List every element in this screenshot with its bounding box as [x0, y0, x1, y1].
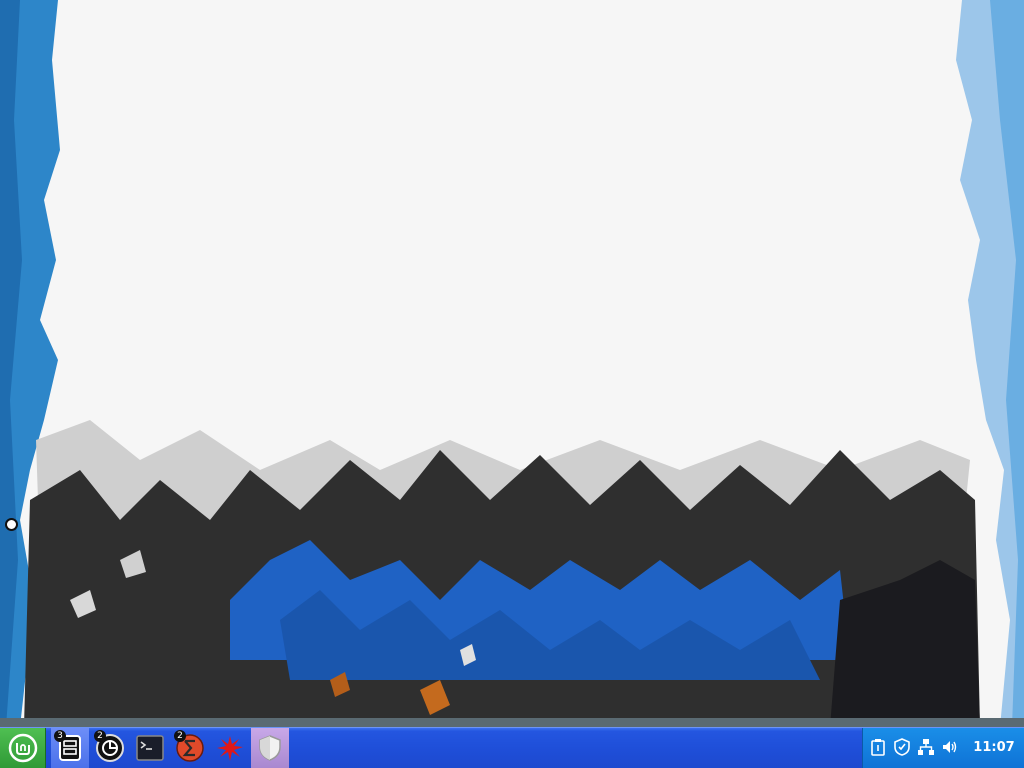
taskbar-launcher-shield-app[interactable]	[251, 728, 289, 768]
tray-update-shield[interactable]	[893, 738, 911, 756]
taskbar-launcher-terminal[interactable]	[131, 728, 169, 768]
taskbar-launcher-splat-app[interactable]	[211, 728, 249, 768]
taskbar-launcher-disk-utility[interactable]: 2	[91, 728, 129, 768]
launcher-badge: 2	[174, 730, 186, 742]
red-splat-app-icon	[217, 736, 243, 761]
mouse-cursor	[5, 518, 18, 531]
tray-volume[interactable]	[941, 738, 959, 756]
linux-mint-icon	[8, 733, 37, 763]
terminal-icon	[136, 735, 164, 761]
clipboard-icon	[871, 739, 885, 756]
taskbar: 3 2 2 11:07	[0, 727, 1024, 768]
taskbar-launcher-sigma-app[interactable]: 2	[171, 728, 209, 768]
tray-network[interactable]	[917, 738, 935, 756]
desktop-wallpaper	[0, 0, 1024, 727]
shield-app-icon	[259, 735, 281, 761]
volume-icon	[943, 741, 957, 753]
launcher-badge: 3	[54, 730, 66, 742]
launcher-badge: 2	[94, 730, 106, 742]
taskbar-launcher-file-cabinet[interactable]: 3	[51, 728, 89, 768]
shield-update-icon	[894, 738, 910, 756]
network-icon	[918, 739, 934, 755]
wallpaper-image	[0, 0, 1024, 727]
tray-clock[interactable]: 11:07	[967, 728, 1021, 768]
system-tray: 11:07	[862, 728, 1024, 768]
tray-clipboard[interactable]	[869, 738, 887, 756]
start-menu-button[interactable]	[0, 728, 46, 768]
